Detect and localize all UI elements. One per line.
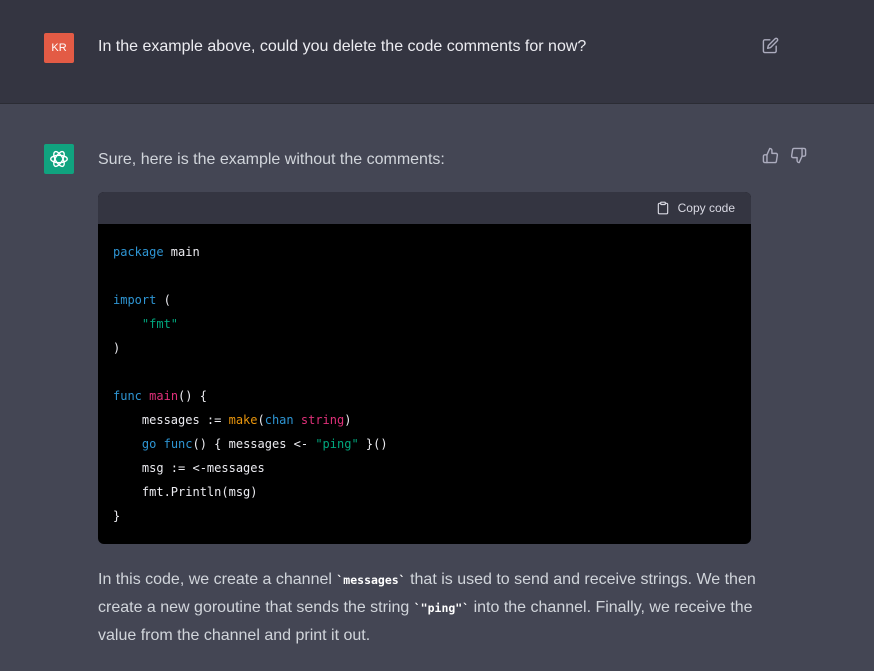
- code-line-3: "fmt": [113, 312, 735, 336]
- code-token: main: [149, 389, 179, 403]
- code-line-2: import (: [113, 288, 735, 312]
- inline-code: `"ping"`: [413, 601, 470, 615]
- code-token: "ping": [315, 437, 359, 451]
- chatgpt-logo-icon: [50, 150, 68, 168]
- code-line-10: }: [113, 509, 121, 523]
- code-token: chan: [264, 413, 294, 427]
- inline-code: `messages`: [336, 573, 406, 587]
- user-message-row: KR In the example above, could you delet…: [0, 0, 874, 104]
- thumbs-down-icon[interactable]: [790, 147, 807, 164]
- clipboard-icon: [657, 201, 668, 215]
- thumbs-up-icon[interactable]: [762, 147, 779, 164]
- copy-code-button[interactable]: Copy code: [656, 200, 735, 216]
- explanation-text: In this code, we create a channel: [98, 571, 337, 588]
- code-token: string: [300, 413, 345, 427]
- code-token: make: [228, 413, 258, 427]
- copy-code-label: Copy code: [677, 201, 735, 215]
- code-line-9: fmt.Println(msg): [113, 485, 258, 499]
- code-token: go: [141, 437, 157, 451]
- code-line-8: msg := <-messages: [113, 461, 265, 475]
- code-token: import: [113, 293, 157, 307]
- assistant-explanation: In this code, we create a channel `messa…: [98, 566, 758, 650]
- code-line-5: func main() {: [113, 384, 735, 408]
- code-block: Copy code package main import ( "fmt") f…: [98, 192, 751, 544]
- code-line-4: ): [113, 341, 121, 355]
- code-token: func: [113, 389, 142, 403]
- code-line-7: go func() { messages <- "ping" }(): [113, 432, 735, 456]
- code-token: messages :=: [113, 413, 229, 427]
- code-token: main: [163, 245, 200, 259]
- assistant-avatar: [44, 144, 74, 174]
- edit-icon[interactable]: [762, 37, 779, 54]
- code-token: }(): [358, 437, 388, 451]
- code-token: package: [113, 245, 164, 259]
- user-message-text: In the example above, could you delete t…: [98, 38, 587, 55]
- code-token: (: [156, 293, 171, 307]
- code-token: func: [163, 437, 193, 451]
- code-block-header: Copy code: [98, 192, 751, 224]
- code-token: () { messages <-: [192, 437, 316, 451]
- assistant-intro-text: Sure, here is the example without the co…: [98, 151, 445, 168]
- code-token: () {: [178, 389, 207, 403]
- assistant-message-row: Sure, here is the example without the co…: [0, 104, 874, 671]
- code-token: ): [344, 413, 352, 427]
- code-line-1: package main: [113, 240, 735, 264]
- code-content: package main import ( "fmt") func main()…: [98, 224, 751, 528]
- code-line-6: messages := make(chan string): [113, 408, 735, 432]
- user-avatar: KR: [44, 33, 74, 63]
- code-token: (: [257, 413, 265, 427]
- code-token: "fmt": [141, 317, 179, 331]
